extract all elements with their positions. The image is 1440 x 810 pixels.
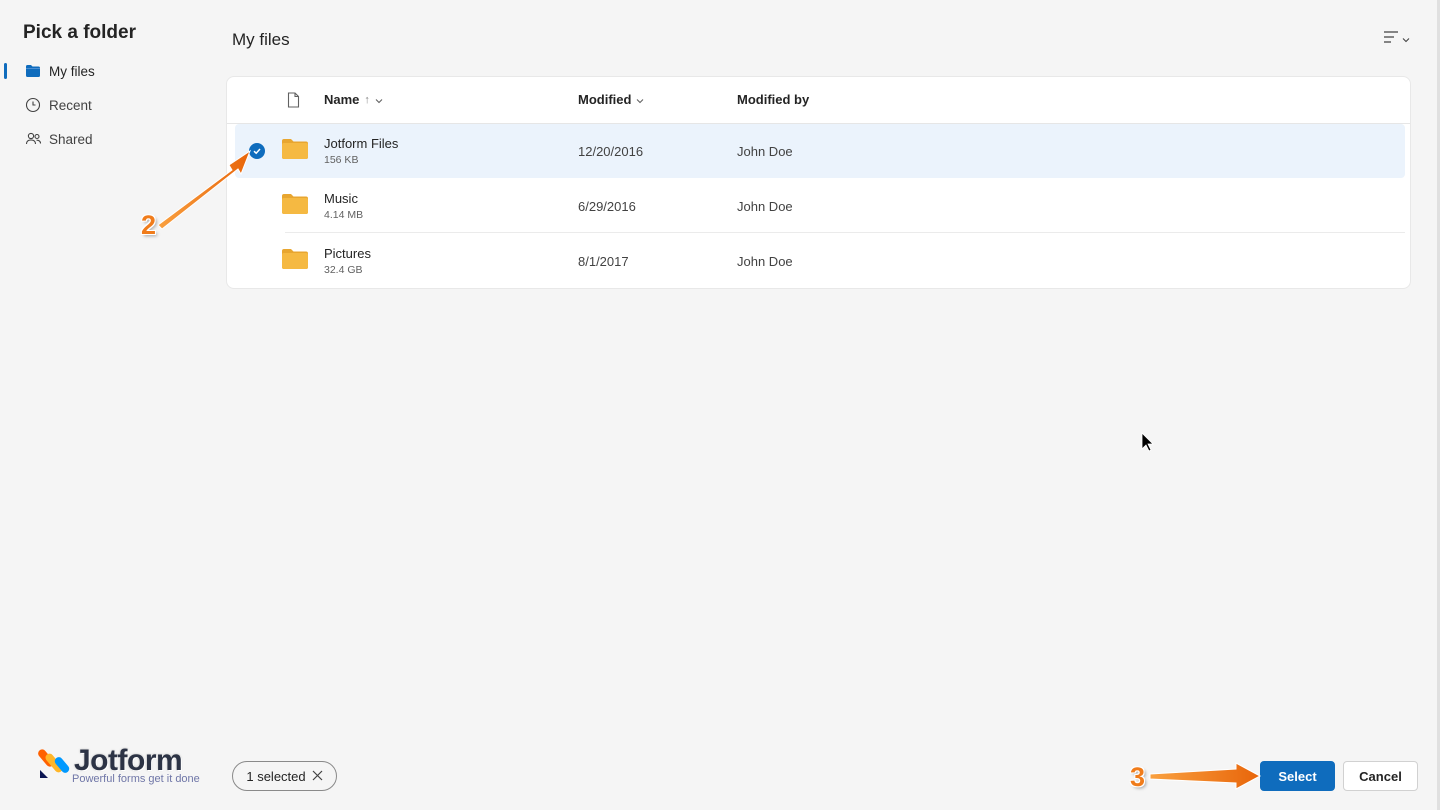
sidebar-item-recent[interactable]: Recent bbox=[0, 90, 210, 120]
file-list-header: Name ↑ Modified Modified by bbox=[227, 77, 1410, 124]
table-row[interactable]: Music 4.14 MB 6/29/2016 John Doe bbox=[235, 179, 1405, 233]
jotform-logo: Jotform Powerful forms get it done bbox=[38, 744, 218, 788]
annotation-step-2: 2 bbox=[141, 210, 157, 240]
chevron-down-icon bbox=[1402, 30, 1410, 48]
column-header-label: Modified by bbox=[737, 92, 810, 107]
file-type-icon bbox=[287, 92, 300, 113]
file-name[interactable]: Pictures bbox=[324, 246, 371, 261]
annotation-step-3: 3 bbox=[1130, 762, 1146, 792]
table-row[interactable]: Pictures 32.4 GB 8/1/2017 John Doe bbox=[235, 234, 1405, 288]
folder-icon bbox=[281, 248, 309, 275]
sidebar-item-label: My files bbox=[49, 63, 95, 79]
select-button[interactable]: Select bbox=[1260, 761, 1335, 791]
jotform-logo-icon bbox=[38, 749, 70, 778]
sidebar: Pick a folder My files Recent Shared bbox=[0, 0, 220, 810]
file-modified: 6/29/2016 bbox=[578, 199, 636, 214]
sidebar-item-shared[interactable]: Shared bbox=[0, 124, 210, 154]
sort-up-arrow-icon: ↑ bbox=[364, 93, 370, 106]
chevron-down-icon bbox=[636, 92, 644, 107]
chevron-down-icon bbox=[375, 92, 383, 107]
folder-icon bbox=[281, 193, 309, 220]
column-header-modified[interactable]: Modified bbox=[578, 92, 644, 107]
file-modified: 12/20/2016 bbox=[578, 144, 644, 159]
file-modified-by: John Doe bbox=[737, 144, 793, 159]
clock-icon bbox=[24, 96, 42, 114]
sidebar-item-my-files[interactable]: My files bbox=[0, 56, 210, 86]
column-header-label: Modified bbox=[578, 92, 632, 107]
file-size: 4.14 MB bbox=[324, 209, 364, 221]
people-icon bbox=[24, 130, 42, 148]
close-icon[interactable] bbox=[312, 769, 323, 784]
file-name[interactable]: Jotform Files bbox=[324, 136, 398, 151]
folder-icon bbox=[281, 138, 309, 165]
sidebar-item-label: Shared bbox=[49, 131, 93, 147]
mouse-cursor-icon bbox=[1141, 432, 1154, 452]
file-modified-by: John Doe bbox=[737, 254, 793, 269]
column-header-modified-by[interactable]: Modified by bbox=[737, 92, 809, 107]
annotation-arrow-step3 bbox=[1149, 762, 1262, 790]
page-title: My files bbox=[232, 30, 290, 49]
row-divider bbox=[285, 232, 1405, 233]
file-size: 32.4 GB bbox=[324, 264, 363, 276]
checkmark-icon[interactable] bbox=[249, 143, 265, 159]
selection-count-label: 1 selected bbox=[246, 768, 306, 784]
selection-count-pill[interactable]: 1 selected bbox=[232, 761, 337, 791]
file-name[interactable]: Music bbox=[324, 191, 358, 206]
folder-icon bbox=[24, 62, 42, 80]
column-header-label: Name bbox=[324, 92, 360, 107]
file-modified: 8/1/2017 bbox=[578, 254, 629, 269]
logo-tagline: Powerful forms get it done bbox=[72, 773, 200, 785]
cancel-button[interactable]: Cancel bbox=[1343, 761, 1418, 791]
file-size: 156 KB bbox=[324, 154, 359, 166]
table-row[interactable]: Jotform Files 156 KB 12/20/2016 John Doe bbox=[235, 124, 1405, 178]
column-header-name[interactable]: Name ↑ bbox=[324, 92, 383, 107]
sidebar-item-label: Recent bbox=[49, 97, 92, 113]
file-list: Name ↑ Modified Modified by Jotform File… bbox=[226, 76, 1411, 289]
sidebar-title: Pick a folder bbox=[23, 22, 136, 43]
file-modified-by: John Doe bbox=[737, 199, 793, 214]
list-view-icon bbox=[1383, 30, 1399, 49]
view-options-button[interactable] bbox=[1378, 28, 1414, 50]
